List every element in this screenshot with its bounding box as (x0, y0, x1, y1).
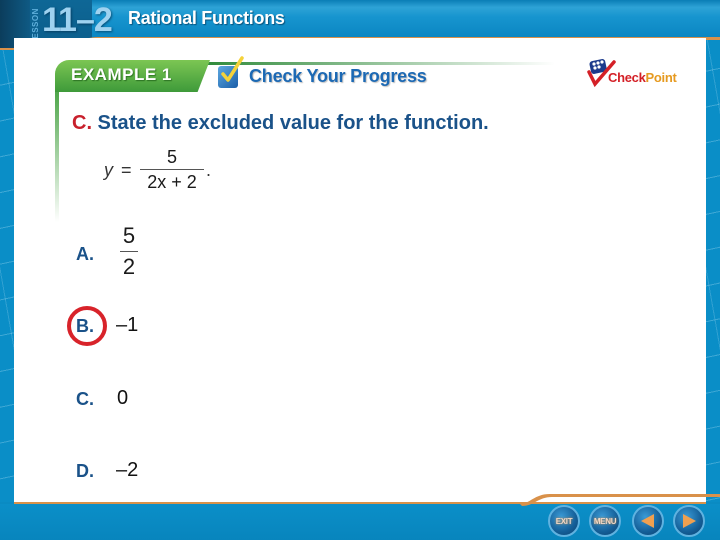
previous-button[interactable] (632, 505, 664, 537)
answer-c-letter[interactable]: C. (76, 389, 94, 410)
fraction-bar (140, 169, 204, 170)
triangle-left-icon (641, 514, 654, 528)
menu-label: MENU (593, 516, 617, 526)
lesson-number: 11–2 (42, 1, 113, 39)
checkpoint-point-text: Point (645, 70, 677, 85)
question-prompt: C. State the excluded value for the func… (72, 112, 489, 135)
answer-a-denominator: 2 (122, 254, 136, 279)
equation-lhs: y (104, 160, 113, 180)
right-decorative-strip (706, 36, 720, 502)
left-decorative-strip (0, 50, 14, 502)
answer-b-letter[interactable]: B. (76, 316, 94, 337)
example-label: EXAMPLE 1 (71, 65, 172, 84)
answer-a-fraction[interactable]: 5 2 (120, 222, 138, 281)
next-button[interactable] (673, 505, 705, 537)
equation-denominator: 2x + 2 (147, 172, 197, 192)
answer-b-value[interactable]: –1 (116, 314, 138, 337)
exit-button[interactable]: EXIT (548, 505, 580, 537)
menu-button[interactable]: MENU (589, 505, 621, 537)
checkpoint-logo: CheckPoint (586, 58, 686, 90)
checkmark-icon (221, 56, 244, 82)
answer-c-value[interactable]: 0 (117, 387, 128, 410)
equation-period: . (206, 160, 212, 180)
example-side-fade (55, 92, 59, 222)
checkpoint-wordmark: CheckPoint (608, 70, 677, 85)
lesson-title: Rational Functions (128, 8, 285, 28)
question-text: State the excluded value for the functio… (92, 112, 489, 134)
fraction-bar (120, 251, 138, 252)
triangle-right-icon (683, 514, 696, 528)
footer-orange-curve (520, 494, 720, 506)
equation-numerator: 5 (166, 147, 177, 167)
answer-d-value[interactable]: –2 (116, 459, 138, 482)
equation-fraction: 5 2x + 2 (140, 146, 204, 193)
answer-a-numerator: 5 (122, 223, 136, 248)
check-your-progress-label: Check Your Progress (249, 66, 427, 86)
exit-label: EXIT (555, 516, 573, 526)
question-letter: C. (72, 112, 92, 134)
example-banner: EXAMPLE 1 Check Your Progress (55, 56, 555, 92)
checkpoint-check-text: Check (608, 70, 646, 85)
equation-equals: = (121, 160, 132, 180)
answer-a-letter[interactable]: A. (76, 244, 94, 265)
slide-content (14, 38, 706, 502)
banner-line (205, 62, 555, 65)
answer-d-letter[interactable]: D. (76, 461, 94, 482)
